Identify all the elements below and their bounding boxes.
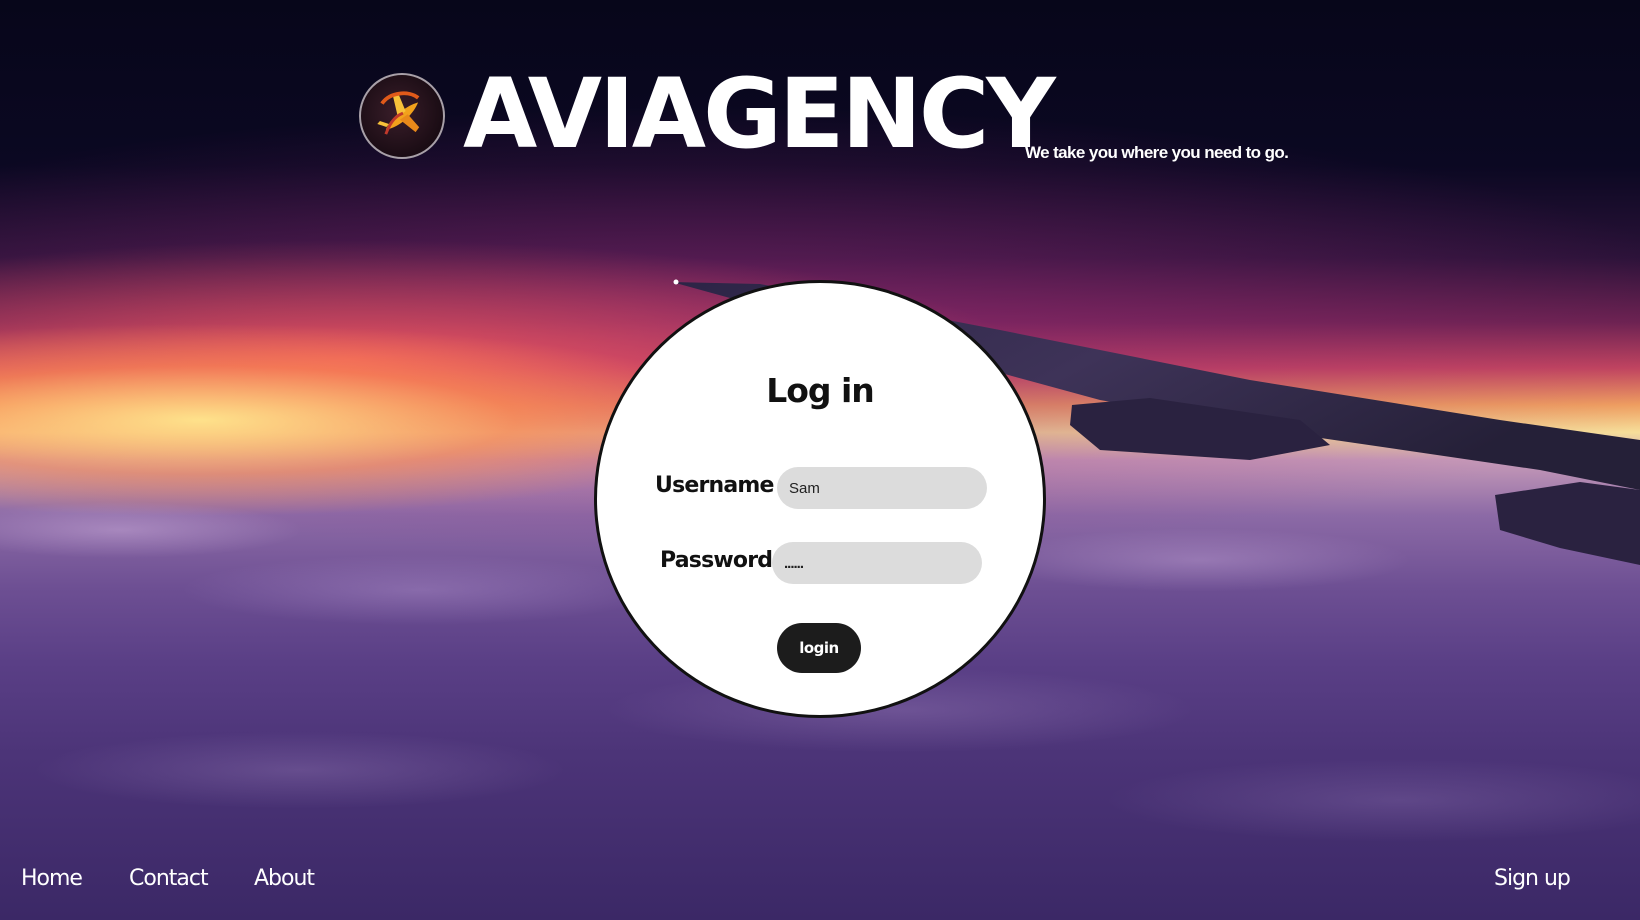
plane-logo-icon (359, 73, 445, 159)
login-panel: Log in Username : Password : login (594, 280, 1046, 718)
nav-signup-link[interactable]: Sign up (1494, 866, 1571, 891)
brand-tagline: We take you where you need to go. (1025, 143, 1289, 162)
login-button[interactable]: login (777, 623, 861, 673)
username-label: Username : (655, 473, 789, 498)
password-input[interactable] (772, 542, 982, 584)
nav-home-link[interactable]: Home (21, 866, 83, 891)
login-page: AVIAGENCY We take you where you need to … (0, 0, 1640, 920)
nav-contact-link[interactable]: Contact (129, 866, 209, 891)
password-label: Password : (660, 548, 788, 573)
login-title: Log in (766, 371, 875, 410)
nav-about-link[interactable]: About (254, 866, 315, 891)
username-input[interactable] (777, 467, 987, 509)
brand-name: AVIAGENCY (463, 58, 1056, 170)
